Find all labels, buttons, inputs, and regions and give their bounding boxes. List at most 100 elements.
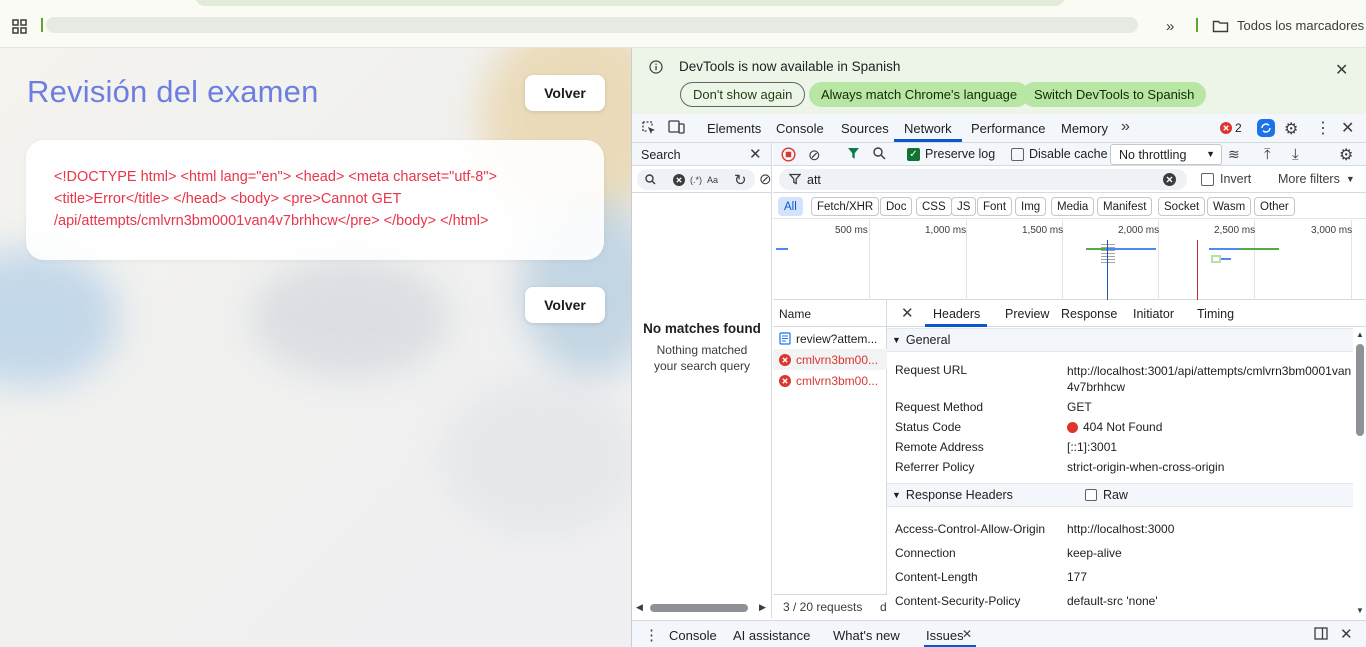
filter-chip-wasm[interactable]: Wasm — [1207, 197, 1252, 216]
scroll-up-icon[interactable]: ▲ — [1356, 330, 1364, 339]
case-toggle[interactable]: Aa — [707, 175, 718, 185]
tab-preview[interactable]: Preview — [1005, 307, 1049, 321]
all-bookmarks-button[interactable]: Todos los marcadores — [1212, 18, 1364, 33]
devtools-sync-icon[interactable] — [1257, 119, 1275, 137]
disable-cache-checkbox[interactable]: Disable cache — [1011, 147, 1108, 161]
header-value: GET — [1067, 400, 1092, 414]
network-conditions-icon[interactable]: ≋ — [1228, 146, 1240, 163]
tab-headers[interactable]: Headers — [933, 307, 980, 321]
close-search-icon[interactable]: ✕ — [749, 145, 762, 163]
tab-elements[interactable]: Elements — [707, 121, 761, 136]
tab-response[interactable]: Response — [1061, 307, 1117, 321]
tab-console[interactable]: Console — [776, 121, 824, 136]
filter-chip-all[interactable]: All — [778, 197, 803, 216]
more-tabs-chevron-icon[interactable]: » — [1121, 118, 1130, 136]
refresh-icon[interactable]: ↻ — [734, 171, 747, 189]
no-matches-subtitle: Nothing matched your search query — [653, 343, 751, 373]
back-button-bottom[interactable]: Volver — [525, 287, 605, 323]
switch-spanish-button[interactable]: Switch DevTools to Spanish — [1022, 82, 1207, 107]
filter-chip-socket[interactable]: Socket — [1158, 197, 1206, 216]
request-row-selected[interactable]: cmlvrn3bm00... — [773, 349, 887, 370]
tab-performance[interactable]: Performance — [971, 121, 1045, 136]
preserve-log-checkbox[interactable]: ✓ Preserve log — [907, 147, 995, 161]
tab-sources[interactable]: Sources — [841, 121, 889, 136]
filter-chip-css[interactable]: CSS — [916, 197, 952, 216]
drawer-menu-icon[interactable]: ⋮ — [644, 626, 659, 644]
dont-show-again-button[interactable]: Don't show again — [680, 82, 806, 107]
clear-log-icon[interactable]: ⊘ — [808, 146, 821, 164]
filter-chip-media[interactable]: Media — [1051, 197, 1095, 216]
checkbox-checked-icon: ✓ — [907, 147, 920, 161]
tab-timing[interactable]: Timing — [1197, 307, 1234, 321]
overflow-chevron-icon[interactable]: » — [1166, 18, 1174, 35]
more-filters-dropdown[interactable]: More filters ▼ — [1278, 172, 1355, 186]
close-devtools-icon[interactable]: ✕ — [1341, 118, 1354, 138]
expand-triangle-icon: ▼ — [892, 490, 901, 500]
background-decoration — [250, 258, 450, 378]
invert-checkbox[interactable]: Invert — [1201, 172, 1251, 186]
apps-grid-icon[interactable] — [12, 19, 27, 34]
horizontal-scrollbar[interactable]: ◀ ▶ — [632, 597, 772, 618]
issues-counter[interactable]: 2 — [1220, 121, 1242, 135]
filter-chip-manifest[interactable]: Manifest — [1097, 197, 1153, 216]
clear-search-icon[interactable] — [673, 173, 685, 186]
back-button[interactable]: Volver — [525, 75, 605, 111]
throttling-select[interactable]: No throttling ▼ — [1110, 144, 1222, 165]
inspect-element-icon[interactable] — [641, 120, 657, 136]
header-value: keep-alive — [1067, 546, 1122, 560]
clear-filter-icon[interactable] — [1163, 173, 1176, 186]
tab-initiator[interactable]: Initiator — [1133, 307, 1174, 321]
timeline-request-bar — [1211, 255, 1221, 263]
close-icon[interactable]: ✕ — [1335, 60, 1348, 80]
filter-chip-other[interactable]: Other — [1254, 197, 1295, 216]
request-row[interactable]: cmlvrn3bm00... — [773, 370, 887, 391]
infobar-message: DevTools is now available in Spanish — [679, 59, 901, 74]
scroll-left-icon[interactable]: ◀ — [636, 602, 643, 613]
close-drawer-icon[interactable]: ✕ — [1340, 625, 1353, 643]
tab-network[interactable]: Network — [904, 121, 952, 136]
scrollbar-thumb[interactable] — [1356, 344, 1364, 436]
header-key: Remote Address — [895, 440, 984, 454]
scrollbar-thumb[interactable] — [650, 604, 748, 612]
bookmark-items-placeholder[interactable] — [46, 17, 1138, 33]
device-toolbar-icon[interactable] — [668, 120, 685, 135]
scroll-down-icon[interactable]: ▼ — [1356, 606, 1364, 615]
timeline-request-bar — [1221, 258, 1231, 260]
request-row[interactable]: review?attem... — [773, 328, 887, 349]
response-headers-section-header[interactable]: ▼ Response Headers Raw — [887, 483, 1353, 507]
regex-toggle[interactable]: (.*) — [690, 175, 702, 185]
more-options-icon[interactable]: ⋮ — [1315, 118, 1331, 138]
filter-chip-img[interactable]: Img — [1015, 197, 1047, 216]
search-network-icon[interactable] — [873, 147, 886, 160]
general-section-header[interactable]: ▼ General — [887, 328, 1353, 352]
network-settings-gear-icon[interactable]: ⚙ — [1339, 145, 1353, 165]
filter-input[interactable]: att — [779, 169, 1187, 190]
header-key: Content-Length — [895, 570, 978, 584]
import-har-icon[interactable]: ⤒ — [1264, 146, 1271, 163]
name-column-header[interactable]: Name — [779, 307, 811, 321]
network-overview-timeline[interactable]: 500 ms 1,000 ms 1,500 ms 2,000 ms 2,500 … — [773, 220, 1366, 300]
filter-icon[interactable] — [847, 147, 861, 161]
drawer-tab-whats-new[interactable]: What's new — [833, 628, 900, 643]
vertical-scrollbar[interactable]: ▲ ▼ — [1353, 328, 1366, 618]
header-key: Connection — [895, 546, 956, 560]
clear-icon[interactable]: ⊘ — [759, 170, 772, 188]
drawer-tab-issues[interactable]: Issues — [926, 628, 964, 643]
dock-side-icon[interactable] — [1314, 627, 1328, 640]
export-har-icon[interactable]: ⤓ — [1292, 146, 1299, 163]
raw-checkbox[interactable]: Raw — [1084, 488, 1128, 502]
scroll-right-icon[interactable]: ▶ — [759, 602, 766, 613]
close-details-icon[interactable]: ✕ — [901, 304, 914, 322]
header-value: strict-origin-when-cross-origin — [1067, 460, 1225, 474]
tab-memory[interactable]: Memory — [1061, 121, 1108, 136]
record-stop-icon[interactable] — [781, 147, 796, 162]
drawer-tab-console[interactable]: Console — [669, 628, 717, 643]
filter-chip-doc[interactable]: Doc — [880, 197, 913, 216]
match-language-button[interactable]: Always match Chrome's language — [809, 82, 1030, 107]
filter-chip-js[interactable]: JS — [951, 197, 977, 216]
drawer-tab-ai-assistance[interactable]: AI assistance — [733, 628, 810, 643]
filter-chip-font[interactable]: Font — [977, 197, 1013, 216]
close-issues-tab-icon[interactable]: ✕ — [962, 627, 972, 641]
settings-gear-icon[interactable]: ⚙ — [1284, 119, 1298, 139]
filter-chip-fetch[interactable]: Fetch/XHR — [811, 197, 880, 216]
